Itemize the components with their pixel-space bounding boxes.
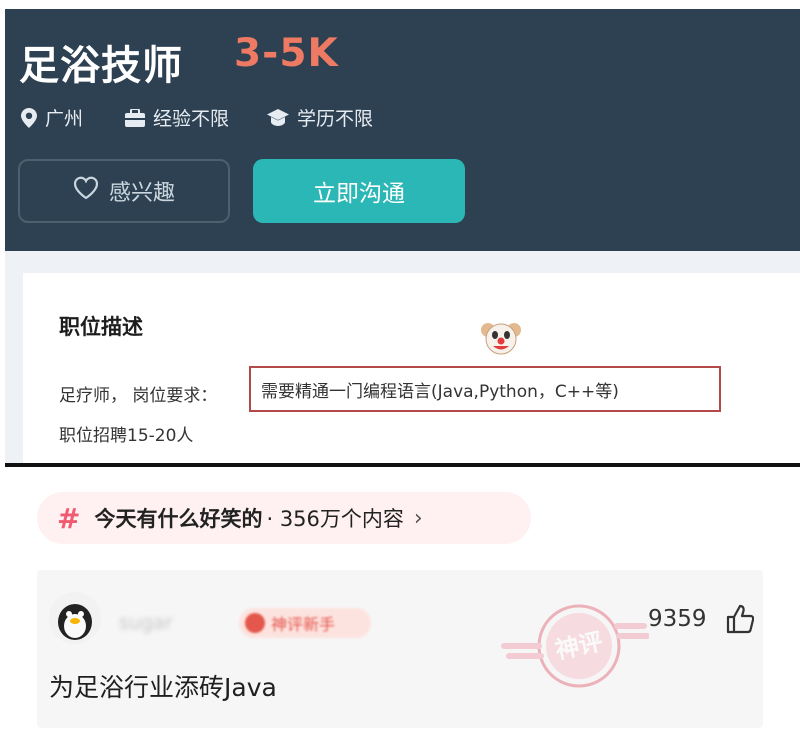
- description-section: 职位描述 足疗师， 岗位要求： 需要精通一门编程语言(Java,Python，C…: [5, 251, 800, 465]
- screenshot-divider: [5, 463, 800, 467]
- username[interactable]: sugar: [119, 612, 172, 634]
- badge-icon: [245, 613, 265, 633]
- topic-name: 今天有什么好笑的: [94, 507, 263, 531]
- recruit-count: 职位招聘15-20人: [59, 426, 194, 446]
- education-label: 学历不限: [297, 108, 374, 130]
- comment-card: sugar 神评新手 神评 9359 为足浴行业添砖Java: [37, 570, 763, 728]
- job-title: 足浴技师: [19, 43, 183, 89]
- graduation-cap-icon: [267, 108, 289, 127]
- clown-emoji-icon: [481, 317, 521, 357]
- heart-icon: [73, 176, 99, 206]
- hashtag-icon: #: [57, 501, 81, 535]
- commenter-badge: 神评新手: [239, 608, 371, 638]
- thumbs-up-icon[interactable]: [726, 604, 755, 634]
- like-count: 9359: [648, 606, 707, 632]
- avatar[interactable]: [49, 592, 101, 644]
- description-card: 职位描述 足疗师， 岗位要求： 需要精通一门编程语言(Java,Python，C…: [23, 273, 800, 465]
- job-header: 足浴技师 3-5K 广州 经验不限 学历不限 感兴趣 立即沟通: [5, 9, 800, 251]
- job-salary: 3-5K: [234, 31, 339, 76]
- chat-now-label: 立即沟通: [313, 181, 405, 207]
- topic-count: · 356万个内容: [266, 507, 404, 531]
- location-pin-icon: [21, 107, 37, 128]
- briefcase-icon: [125, 108, 145, 127]
- experience-label: 经验不限: [153, 108, 230, 130]
- location-label: 广州: [45, 108, 84, 130]
- job-experience: 经验不限: [125, 104, 229, 131]
- requirement-prefix: 足疗师， 岗位要求：: [59, 386, 218, 406]
- job-education: 学历不限: [267, 104, 373, 131]
- job-location: 广州: [21, 104, 83, 131]
- chevron-right-icon: ›: [413, 505, 423, 531]
- topic-chip[interactable]: # 今天有什么好笑的 · 356万个内容 ›: [37, 492, 531, 544]
- badge-label: 神评新手: [271, 615, 336, 634]
- comment-text: 为足浴行业添砖Java: [49, 673, 277, 702]
- god-comment-stamp: 神评: [499, 588, 650, 708]
- interest-label: 感兴趣: [108, 181, 175, 206]
- requirement-highlight: 需要精通一门编程语言(Java,Python，C++等): [249, 366, 721, 412]
- chat-now-button[interactable]: 立即沟通: [253, 159, 465, 223]
- description-heading: 职位描述: [59, 315, 143, 339]
- interest-button[interactable]: 感兴趣: [18, 159, 230, 223]
- requirement-highlight-text: 需要精通一门编程语言(Java,Python，C++等): [261, 381, 619, 402]
